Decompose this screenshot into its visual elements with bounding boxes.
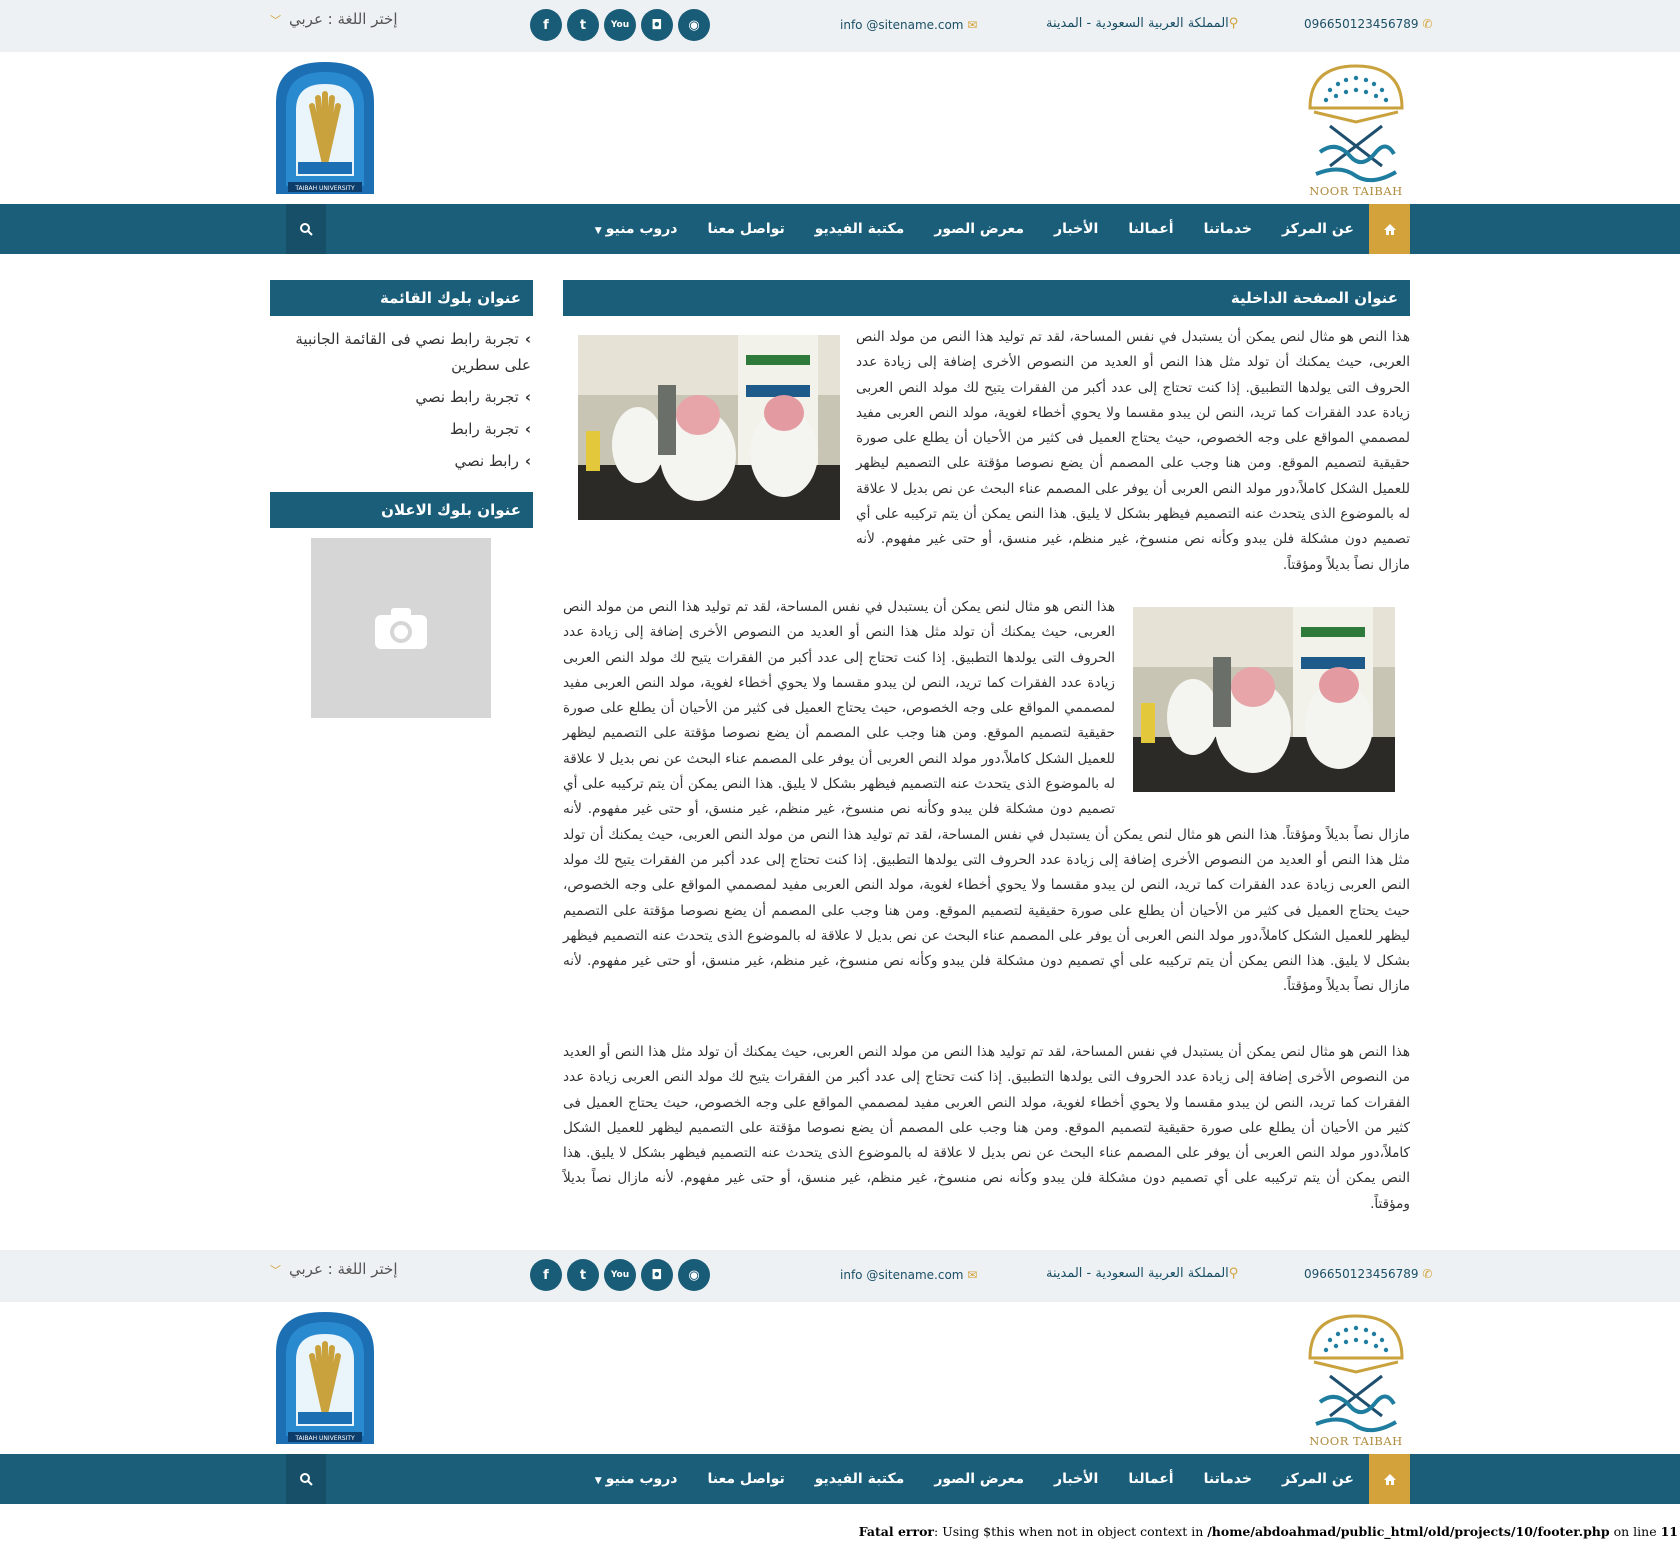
top-bar: إختر اللغة : عربي﹀ f t You ◘ ◉ info @sit…	[0, 0, 1680, 52]
sidebar-menu-title: عنوان بلوك القائمة	[270, 280, 533, 316]
rss-icon[interactable]: ◉	[678, 1259, 710, 1291]
nav-item-contact[interactable]: تواصل معنا	[707, 1471, 784, 1487]
sidebar-ad-title: عنوان بلوك الاعلان	[270, 492, 533, 528]
sidebar-link[interactable]: ›تجربة رابط	[280, 416, 531, 442]
home-icon	[1383, 223, 1396, 235]
nav-item-services[interactable]: خدماتنا	[1204, 1471, 1252, 1487]
search-button[interactable]	[286, 1454, 326, 1504]
social-links: f t You ◘ ◉	[530, 9, 710, 41]
main-navbar: عن المركز خدماتنا أعمالنا الأخبار معرض ا…	[0, 204, 1680, 254]
twitter-icon[interactable]: t	[567, 1259, 599, 1291]
language-selector[interactable]: إختر اللغة : عربي﹀	[270, 10, 398, 28]
content-paragraph-2: هذا النص هو مثال لنص يمكن أن يستبدل في ن…	[563, 599, 1410, 995]
nav-item-contact[interactable]: تواصل معنا	[707, 221, 784, 237]
footer-contact-address: ⚲المملكة العربية السعودية - المدينة	[1046, 1266, 1239, 1281]
sidebar-link[interactable]: ›تجربة رابط نصي فى القائمة الجانبية على …	[280, 326, 531, 378]
facebook-icon[interactable]: f	[530, 1259, 562, 1291]
sidebar-link[interactable]: ›رابط نصي	[280, 448, 531, 474]
youtube-icon[interactable]: You	[604, 9, 636, 41]
chevron-down-icon: ﹀	[270, 14, 281, 27]
footer-contact-email[interactable]: info @sitename.com ✉	[840, 1268, 977, 1282]
page-title: عنوان الصفحة الداخلية	[563, 280, 1410, 316]
caret-down-icon: ▼	[594, 226, 602, 236]
nav-item-dropdown-menu[interactable]: دروب منيو▼	[595, 221, 678, 237]
nav-item-news[interactable]: الأخبار	[1054, 221, 1098, 237]
content-paragraph-3: هذا النص هو مثال لنص يمكن أن يستبدل في ن…	[563, 1044, 1410, 1212]
envelope-icon: ✉	[967, 1268, 978, 1282]
phone-icon: ✆	[1422, 1267, 1433, 1281]
noor-taibah-logo[interactable]	[1300, 1306, 1412, 1450]
chevron-left-icon: ›	[524, 388, 531, 406]
footer-logo-band: TAIBAH UNIVERSITY NOOR TAIBAH	[0, 1302, 1680, 1454]
footer-language-selector[interactable]: إختر اللغة : عربي﹀	[270, 1260, 398, 1278]
footer-navbar: عن المركز خدماتنا أعمالنا الأخبار معرض ا…	[0, 1454, 1680, 1504]
php-fatal-error: Fatal error: Using $this when not in obj…	[858, 1524, 1678, 1539]
chevron-left-icon: ›	[524, 330, 531, 348]
contact-phone[interactable]: 096650123456789 ✆	[1304, 17, 1432, 31]
main-content: عنوان الصفحة الداخلية هذا النص هو مثال ل…	[563, 280, 1410, 1212]
search-icon	[300, 223, 313, 236]
nav-item-video-library[interactable]: مكتبة الفيديو	[815, 1471, 905, 1487]
map-marker-icon: ⚲	[1228, 16, 1239, 31]
contact-email[interactable]: info @sitename.com ✉	[840, 18, 977, 32]
phone-icon: ✆	[1422, 17, 1433, 31]
nav-menu: عن المركز خدماتنا أعمالنا الأخبار معرض ا…	[595, 204, 1354, 254]
svg-text:TAIBAH UNIVERSITY: TAIBAH UNIVERSITY	[294, 185, 355, 192]
search-button[interactable]	[286, 204, 326, 254]
chevron-left-icon: ›	[524, 452, 531, 470]
taibah-university-logo[interactable]: TAIBAH UNIVERSITY	[268, 58, 382, 196]
footer-top-bar: إختر اللغة : عربي﹀ f t You ◘ ◉ info @sit…	[0, 1250, 1680, 1302]
sidebar: عنوان بلوك القائمة ›تجربة رابط نصي فى ال…	[270, 280, 533, 718]
footer-contact-phone[interactable]: 096650123456789 ✆	[1304, 1267, 1432, 1281]
php-error-bar: Fatal error: Using $this when not in obj…	[0, 1518, 1680, 1547]
chevron-left-icon: ›	[524, 420, 531, 438]
ad-placeholder[interactable]	[311, 538, 491, 718]
nav-item-gallery[interactable]: معرض الصور	[934, 221, 1024, 237]
instagram-icon[interactable]: ◘	[641, 9, 673, 41]
content-paragraph-1: هذا النص هو مثال لنص يمكن أن يستبدل في ن…	[563, 325, 1410, 578]
home-button[interactable]	[1369, 1454, 1410, 1504]
article-photo[interactable]	[578, 335, 840, 520]
envelope-icon: ✉	[967, 18, 978, 32]
taibah-university-logo[interactable]: TAIBAH UNIVERSITY	[268, 1308, 382, 1446]
facebook-icon[interactable]: f	[530, 9, 562, 41]
nav-item-works[interactable]: أعمالنا	[1128, 1471, 1173, 1487]
sidebar-links: ›تجربة رابط نصي فى القائمة الجانبية على …	[270, 316, 533, 492]
caret-down-icon: ▼	[594, 1476, 602, 1486]
search-icon	[300, 1473, 313, 1486]
footer-nav-menu: عن المركز خدماتنا أعمالنا الأخبار معرض ا…	[595, 1454, 1354, 1504]
home-icon	[1383, 1473, 1396, 1485]
svg-text:TAIBAH UNIVERSITY: TAIBAH UNIVERSITY	[294, 1435, 355, 1442]
twitter-icon[interactable]: t	[567, 9, 599, 41]
youtube-icon[interactable]: You	[604, 1259, 636, 1291]
noor-taibah-logo-text: NOOR TAIBAH	[1309, 1434, 1403, 1448]
camera-icon	[375, 608, 427, 649]
map-marker-icon: ⚲	[1228, 1266, 1239, 1281]
rss-icon[interactable]: ◉	[678, 9, 710, 41]
nav-item-news[interactable]: الأخبار	[1054, 1471, 1098, 1487]
nav-item-dropdown-menu[interactable]: دروب منيو▼	[595, 1471, 678, 1487]
instagram-icon[interactable]: ◘	[641, 1259, 673, 1291]
contact-address: ⚲المملكة العربية السعودية - المدينة	[1046, 16, 1239, 31]
chevron-down-icon: ﹀	[270, 1264, 281, 1277]
noor-taibah-logo-text: NOOR TAIBAH	[1309, 184, 1403, 198]
nav-item-video-library[interactable]: مكتبة الفيديو	[815, 221, 905, 237]
footer-social-links: f t You ◘ ◉	[530, 1259, 710, 1291]
nav-item-works[interactable]: أعمالنا	[1128, 221, 1173, 237]
logo-band: TAIBAH UNIVERSITY NOOR TAIBAH	[0, 52, 1680, 204]
nav-item-gallery[interactable]: معرض الصور	[934, 1471, 1024, 1487]
nav-item-services[interactable]: خدماتنا	[1204, 221, 1252, 237]
article-photo[interactable]	[1133, 607, 1395, 792]
home-button[interactable]	[1369, 204, 1410, 254]
nav-item-about[interactable]: عن المركز	[1282, 221, 1354, 237]
nav-item-about[interactable]: عن المركز	[1282, 1471, 1354, 1487]
noor-taibah-logo[interactable]	[1300, 56, 1412, 200]
sidebar-link[interactable]: ›تجربة رابط نصي	[280, 384, 531, 410]
